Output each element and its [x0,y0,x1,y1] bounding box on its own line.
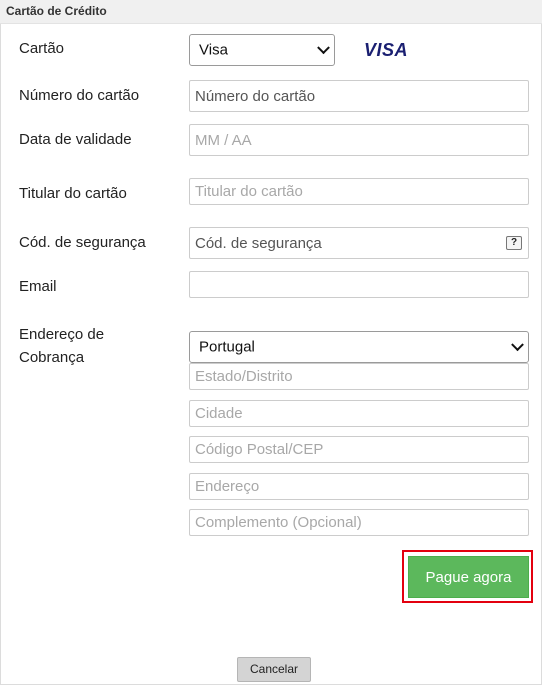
card-number-input[interactable] [189,80,529,112]
dialog-title: Cartão de Crédito [6,4,107,18]
zip-code-input[interactable] [189,436,529,463]
card-type-label: Cartão [19,40,65,57]
expiry-input[interactable] [189,124,529,156]
country-select[interactable]: Portugal [189,331,529,363]
card-type-select[interactable]: Visa [189,34,335,66]
dialog-header: Cartão de Crédito [0,0,542,24]
email-input[interactable] [189,271,529,298]
billing-address-label-line2: Cobrança [19,349,85,366]
card-type-value: Visa [199,41,228,59]
expiry-label: Data de validade [19,131,132,148]
card-number-label: Número do cartão [19,87,140,104]
cancel-button[interactable]: Cancelar [237,657,311,682]
security-code-input[interactable] [189,227,529,259]
security-code-label: Cód. de segurança [19,234,146,251]
email-label: Email [19,278,57,295]
help-icon[interactable]: ? [506,236,522,250]
city-input[interactable] [189,400,529,427]
state-input[interactable] [189,363,529,390]
address-input[interactable] [189,473,529,500]
billing-address-label-line1: Endereço de [19,326,105,343]
address-complement-input[interactable] [189,509,529,536]
visa-logo-icon: VISA [364,40,409,60]
chevron-down-icon [317,41,330,55]
chevron-down-icon [511,338,524,352]
pay-now-button[interactable]: Pague agora [408,556,529,598]
card-holder-input[interactable] [189,178,529,205]
country-value: Portugal [199,338,255,356]
card-holder-label: Titular do cartão [19,185,127,202]
